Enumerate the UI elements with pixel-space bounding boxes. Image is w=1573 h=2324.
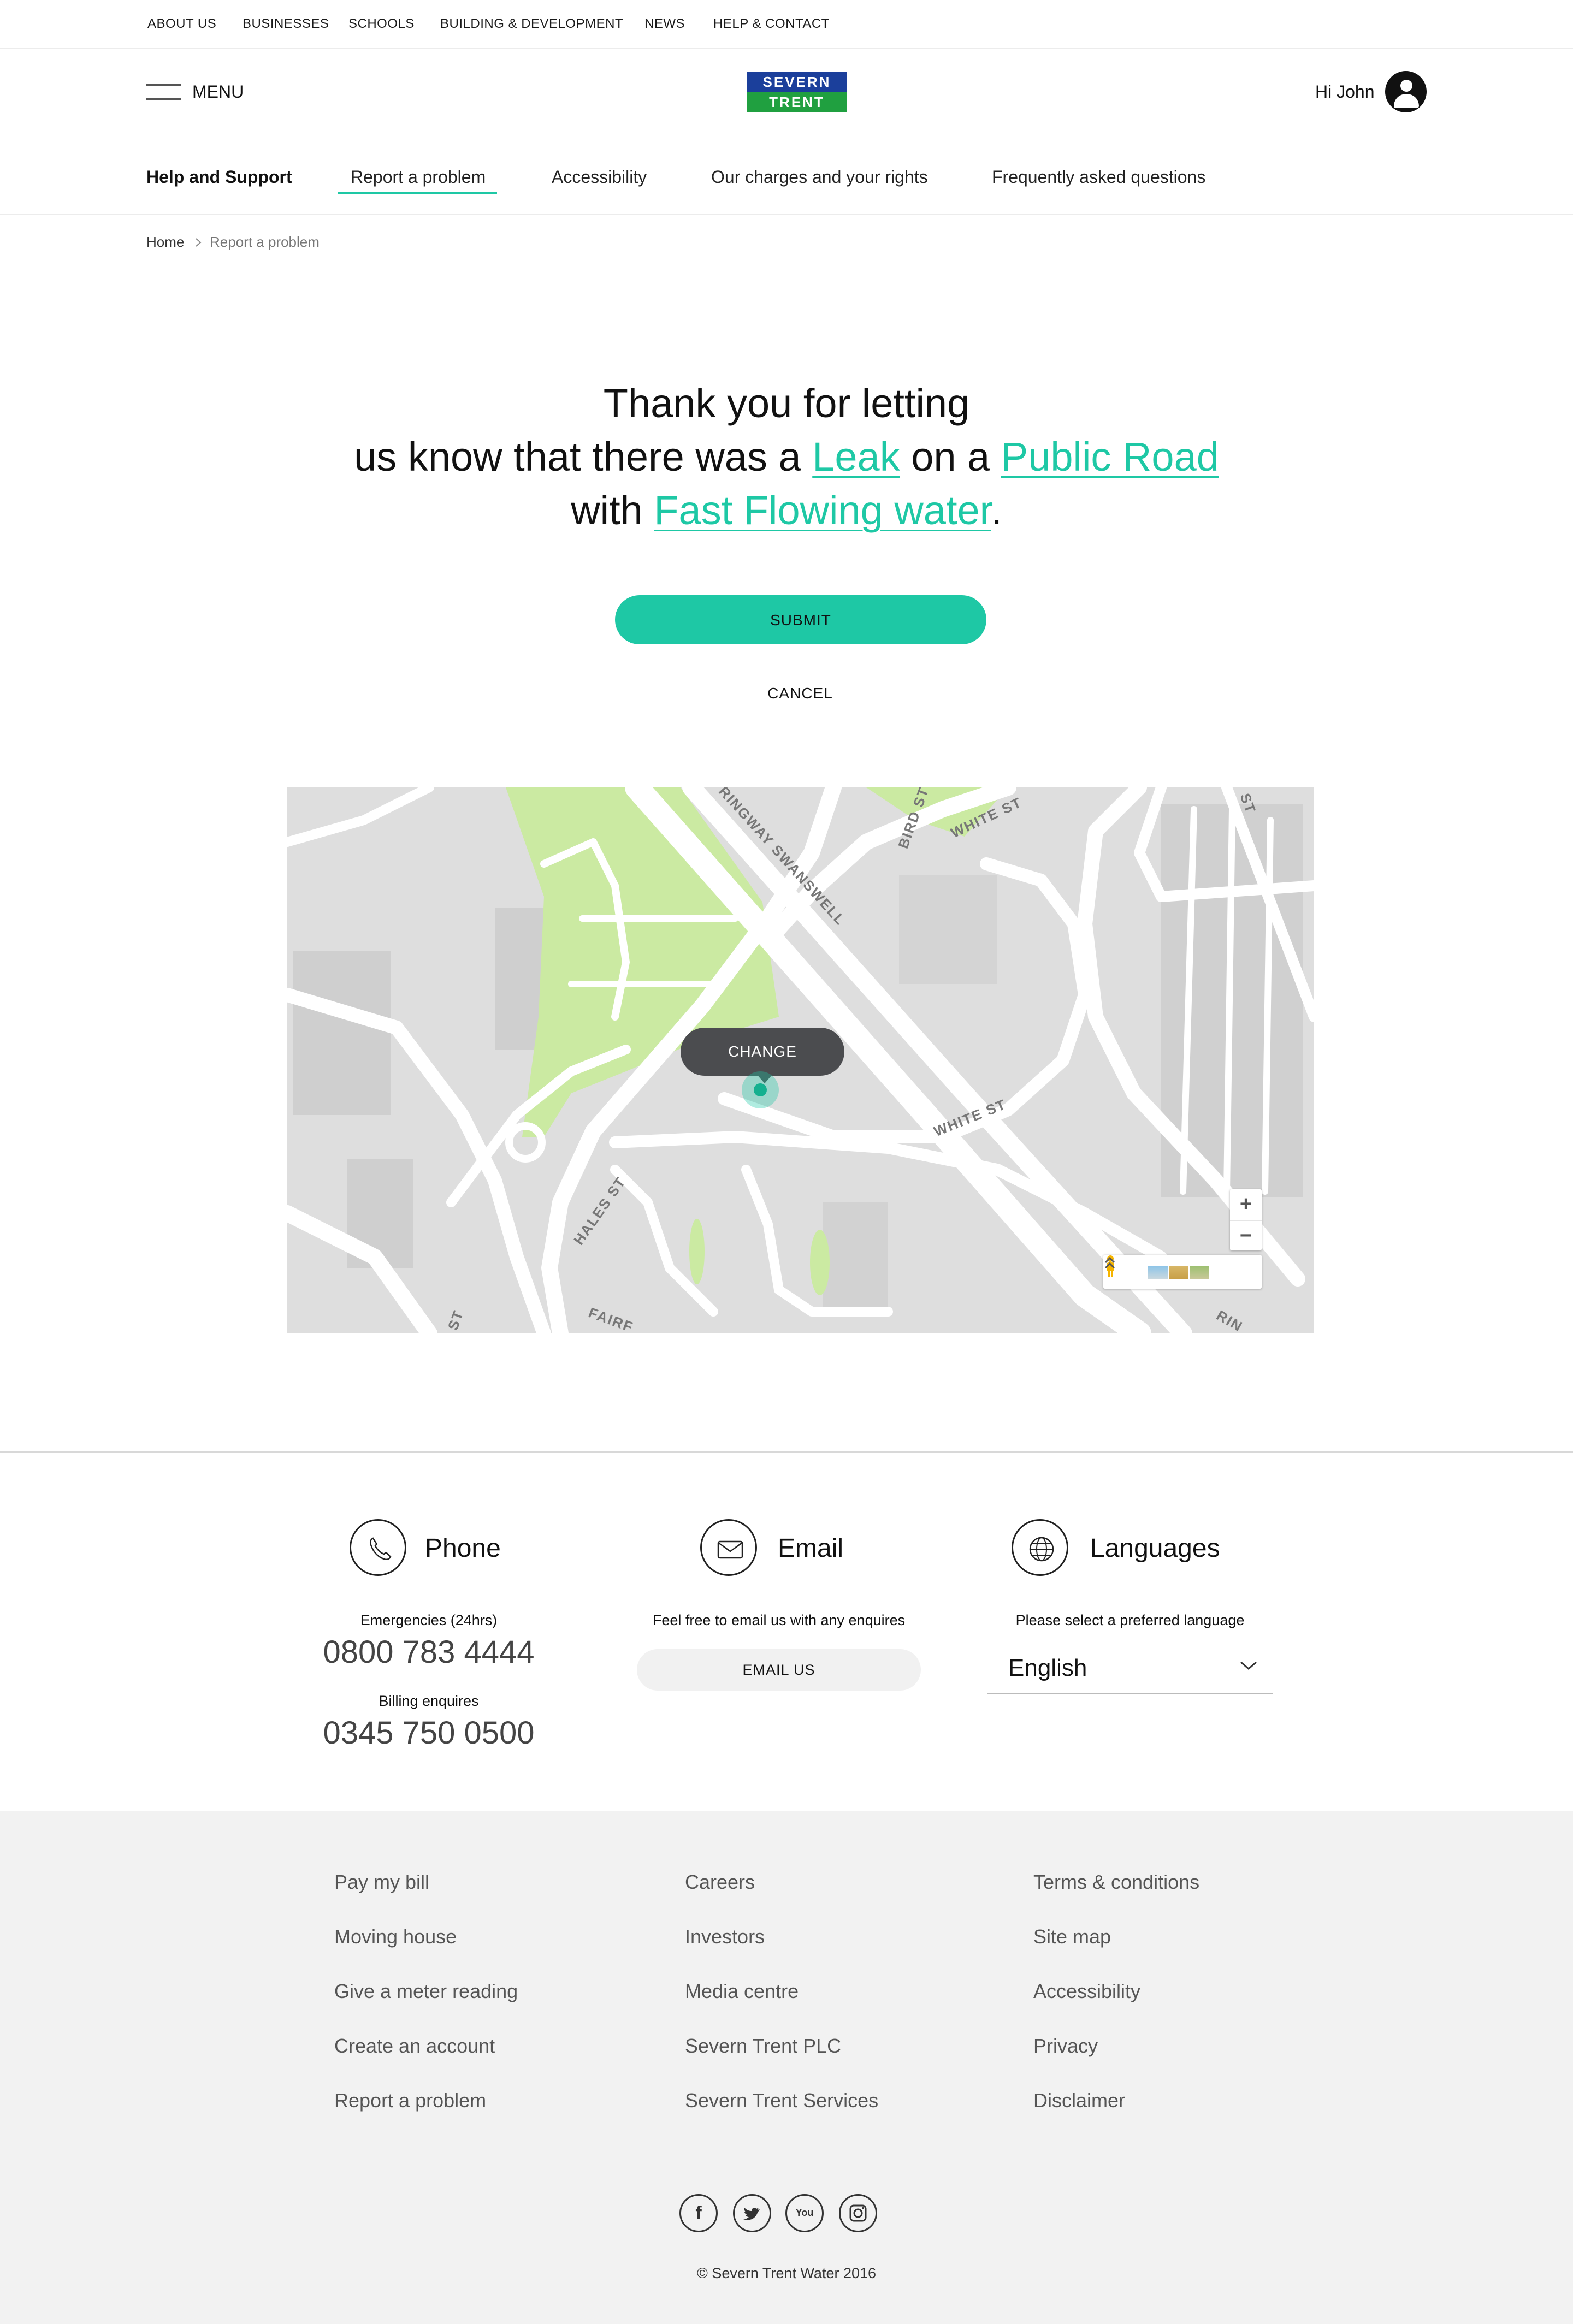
site-footer: Pay my bill Moving house Give a meter re… [0,1811,1573,2324]
footer-link[interactable]: Pay my bill [334,1871,429,1894]
language-selected-value: English [1008,1655,1087,1681]
footer-link[interactable]: Create an account [334,2035,495,2058]
map-thumb-satellite-icon[interactable] [1190,1266,1209,1279]
footer-link[interactable]: Disclaimer [1033,2089,1125,2112]
footer-link[interactable]: Moving house [334,1925,457,1948]
location-type-link[interactable]: Public Road [1001,434,1219,479]
emergency-label: Emergencies (24hrs) [360,1612,498,1628]
breadcrumb-current: Report a problem [210,234,320,250]
tab-accessibility[interactable]: Accessibility [552,167,647,187]
languages-title: Languages [1090,1534,1220,1563]
billing-number[interactable]: 0345 750 0500 [306,1715,552,1751]
facebook-icon[interactable]: f [679,2194,718,2232]
footer-link[interactable]: Severn Trent Services [685,2089,878,2112]
cancel-link[interactable]: CANCEL [732,685,868,702]
message-line-1: Thank you for letting [603,381,970,426]
phone-icon [350,1519,406,1576]
tab-our-charges[interactable]: Our charges and your rights [711,167,928,187]
menu-button[interactable]: MENU [192,82,244,102]
footer-link[interactable]: Give a meter reading [334,1980,518,2003]
message-line-3: with Fast Flowing water. [306,484,1267,537]
logo-bottom-text: TRENT [747,92,847,112]
change-location-button[interactable]: CHANGE [681,1028,844,1083]
message-text: . [991,488,1002,533]
footer-link[interactable]: Privacy [1033,2035,1098,2058]
severn-trent-logo[interactable]: SEVERN TRENT [747,72,847,112]
footer-link[interactable]: Terms & conditions [1033,1871,1199,1894]
util-link-schools[interactable]: SCHOOLS [348,16,415,32]
languages-description: Please select a preferred language [1015,1612,1245,1628]
email-us-button[interactable]: EMAIL US [637,1649,921,1691]
map-type-controls [1103,1255,1262,1289]
message-text: us know that there was a [354,434,813,479]
footer-link[interactable]: Report a problem [334,2089,486,2112]
util-link-about-us[interactable]: ABOUT US [147,16,216,32]
tab-report-a-problem[interactable]: Report a problem [351,167,486,187]
util-link-building-development[interactable]: BUILDING & DEVELOPMENT [440,16,623,32]
youtube-icon[interactable]: You [785,2194,824,2232]
footer-link[interactable]: Site map [1033,1925,1111,1948]
emergency-number[interactable]: 0800 783 4444 [306,1634,552,1670]
email-description: Feel free to email us with any enquires [652,1612,906,1628]
logo-top-text: SEVERN [747,72,847,92]
location-pin-icon[interactable] [754,1083,767,1096]
chevron-down-icon [1240,1661,1257,1670]
footer-link[interactable]: Investors [685,1925,765,1948]
zoom-out-button[interactable]: − [1230,1221,1262,1252]
submit-button[interactable]: SUBMIT [615,595,986,644]
zoom-controls: + − [1230,1189,1262,1250]
section-divider [0,1451,1573,1453]
problem-type-link[interactable]: Leak [812,434,900,479]
footer-link[interactable]: Careers [685,1871,755,1894]
confirmation-message: Thank you for letting us know that there… [306,377,1267,537]
expand-chevron-icon[interactable] [1103,1255,1116,1271]
phone-title: Phone [425,1534,501,1563]
footer-link[interactable]: Severn Trent PLC [685,2035,841,2058]
copyright-text: © Severn Trent Water 2016 [696,2265,877,2281]
footer-link[interactable]: Accessibility [1033,1980,1140,2003]
util-link-businesses[interactable]: BUSINESSES [243,16,329,32]
help-subnav: Help and Support Report a problem Access… [0,157,1573,215]
language-select[interactable]: English [987,1647,1273,1694]
zoom-in-button[interactable]: + [1230,1189,1262,1221]
util-link-help-contact[interactable]: HELP & CONTACT [713,16,830,32]
tab-faq[interactable]: Frequently asked questions [992,167,1205,187]
email-title: Email [778,1534,844,1563]
message-text: with [571,488,654,533]
utility-nav: ABOUT US BUSINESSES SCHOOLS BUILDING & D… [0,0,1573,49]
problem-detail-link[interactable]: Fast Flowing water [654,488,991,533]
envelope-icon [700,1519,757,1576]
instagram-icon[interactable] [839,2194,877,2232]
user-avatar-icon[interactable] [1385,71,1427,112]
hamburger-menu-icon[interactable] [146,84,181,100]
breadcrumb-home[interactable]: Home [146,234,184,251]
map-thumb-terrain-icon[interactable] [1169,1266,1188,1279]
user-greeting[interactable]: Hi John [1315,82,1375,102]
active-tab-indicator [338,192,497,194]
globe-icon [1012,1519,1068,1576]
util-link-news[interactable]: NEWS [644,16,685,32]
subnav-section-title[interactable]: Help and Support [146,167,292,187]
message-line-2: us know that there was a Leak on a Publi… [306,430,1267,484]
breadcrumb-chevron-icon [196,238,202,247]
billing-label: Billing enquires [379,1693,479,1709]
message-text: on a [900,434,1001,479]
twitter-icon[interactable] [733,2194,771,2232]
map-thumb-water-icon[interactable] [1148,1266,1168,1279]
location-map[interactable]: RINGWAY SWANSWELL WHITE ST WHITE ST BIRD… [287,787,1314,1333]
footer-link[interactable]: Media centre [685,1980,799,2003]
